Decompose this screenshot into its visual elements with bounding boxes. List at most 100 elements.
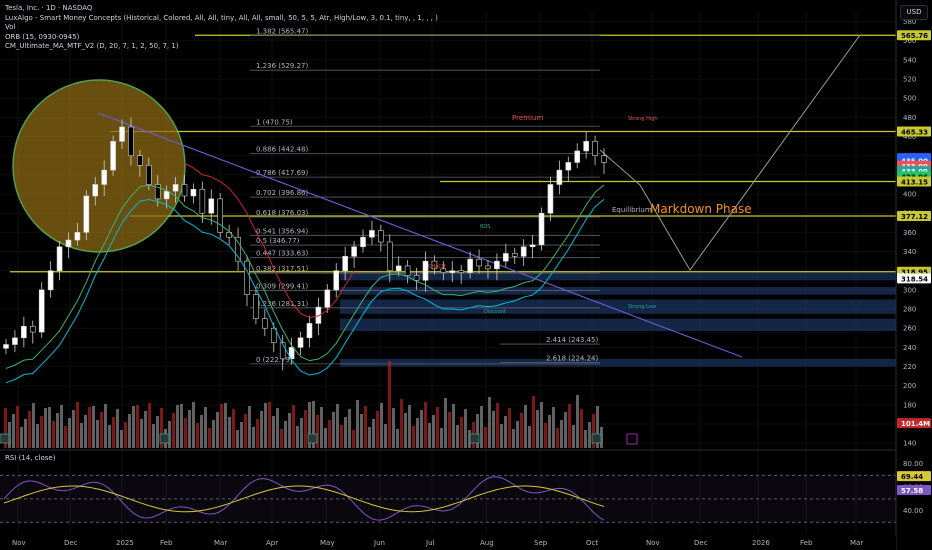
volume-bar [260,411,263,448]
volume-bar [504,416,507,448]
volume-bar [288,413,291,448]
candle [110,141,116,171]
rsi-tick-label: 80.00 [903,460,923,468]
demand-zone [340,299,896,314]
demand-zone [340,318,896,332]
volume-bar [460,417,463,448]
candle [449,270,456,273]
candle [92,184,99,197]
strong-low-label: Strong Low [628,304,656,310]
volume-bar [12,414,15,448]
x-tick-label: Jun [373,539,385,547]
candle [413,275,420,281]
volume-bar [280,429,283,448]
symbol-title[interactable]: Tesla, Inc. · 1D · NASDAQ [5,4,438,14]
x-tick-label: Jul [425,539,435,547]
rsi-value-label: 69.44 [901,473,923,481]
candle [3,344,9,349]
volume-bar [264,403,267,448]
volume-bar [80,423,83,448]
volume-bar [488,397,491,448]
volume-bar [376,411,379,448]
candle [547,184,554,214]
volume-bar [392,408,395,448]
volume-bar [204,407,207,448]
y-tick-label: 340 [903,248,916,256]
indicator-orb[interactable]: ORB (15, 0930-0945) [5,33,438,43]
x-tick-label: Feb [160,539,173,547]
volume-bar [124,422,127,448]
volume-bar [584,430,587,448]
candle [583,141,589,152]
x-tick-label: Nov [646,539,660,547]
candle [101,169,107,185]
volume-bar [464,409,467,448]
volume-bar [136,405,139,448]
volume-bar [412,426,415,448]
x-tick-label: Mar [850,539,863,547]
volume-bar [344,417,347,448]
volume-bar [156,416,159,448]
indicator-vol[interactable]: Vol [5,23,438,33]
volume-bar [304,410,307,448]
volume-bar [292,405,295,448]
x-tick-label: Oct [586,539,598,547]
currency-button[interactable]: USD [900,5,928,20]
volume-bar [424,402,427,448]
volume-bar [72,410,75,448]
rsi-legend[interactable]: RSI (14, close) [5,454,55,462]
candle [386,241,393,272]
indicator-ma[interactable]: CM_Ultimate_MA_MTF_V2 (D, 20, 7, 1, 2, 5… [5,42,438,52]
volume-bar [152,424,155,448]
volume-bar [212,420,215,448]
y-tick-label: 180 [903,401,916,409]
volume-bar [540,402,543,448]
discount-label: Discount [484,309,506,315]
volume-bar [396,429,399,448]
volume-bar [404,413,407,448]
y-tick-label: 360 [903,229,916,237]
demand-zone [340,358,896,367]
indicator-smc[interactable]: LuxAlgo - Smart Money Concepts (Historic… [5,14,438,24]
volume-bar [64,426,67,448]
volume-bar [256,419,259,448]
fib-label: 2.414 (243.45) [546,336,598,344]
volume-bar [224,403,227,448]
candle [360,236,366,248]
volume-bar [172,413,175,448]
candle [306,323,313,339]
candle [511,253,518,257]
volume-bar [564,412,567,448]
volume-bar [348,409,351,448]
volume-bar [128,414,131,448]
chart-canvas[interactable]: 1.382 (565.47)1.236 (529.27)1 (470.75)0.… [0,0,932,550]
candle [342,256,348,272]
volume-bar [332,412,335,448]
candle [538,212,545,246]
volume-bar [444,398,447,448]
volume-bar [380,403,383,448]
volume-bar [16,406,19,448]
volume-bar [500,424,503,448]
x-tick-label: Aug [480,539,494,547]
volume-bar [508,408,511,448]
volume-bar [76,402,79,448]
candle [128,126,134,157]
candle [217,198,224,233]
candle [297,337,304,348]
volume-bar [536,410,539,448]
price-label: 318.54 [901,275,928,283]
candle [565,162,572,171]
volume-bar [140,419,143,448]
volume-bar [20,427,23,448]
volume-bar [520,413,523,448]
price-label: 101.4M [901,420,930,428]
candle [378,230,384,243]
candle [172,184,179,192]
fib-label: 0.382 (317.51) [256,265,308,273]
volume-bar [68,418,71,448]
volume-bar [360,414,363,448]
candle [47,270,54,291]
volume-bar [192,402,195,448]
volume-bar [104,404,107,448]
